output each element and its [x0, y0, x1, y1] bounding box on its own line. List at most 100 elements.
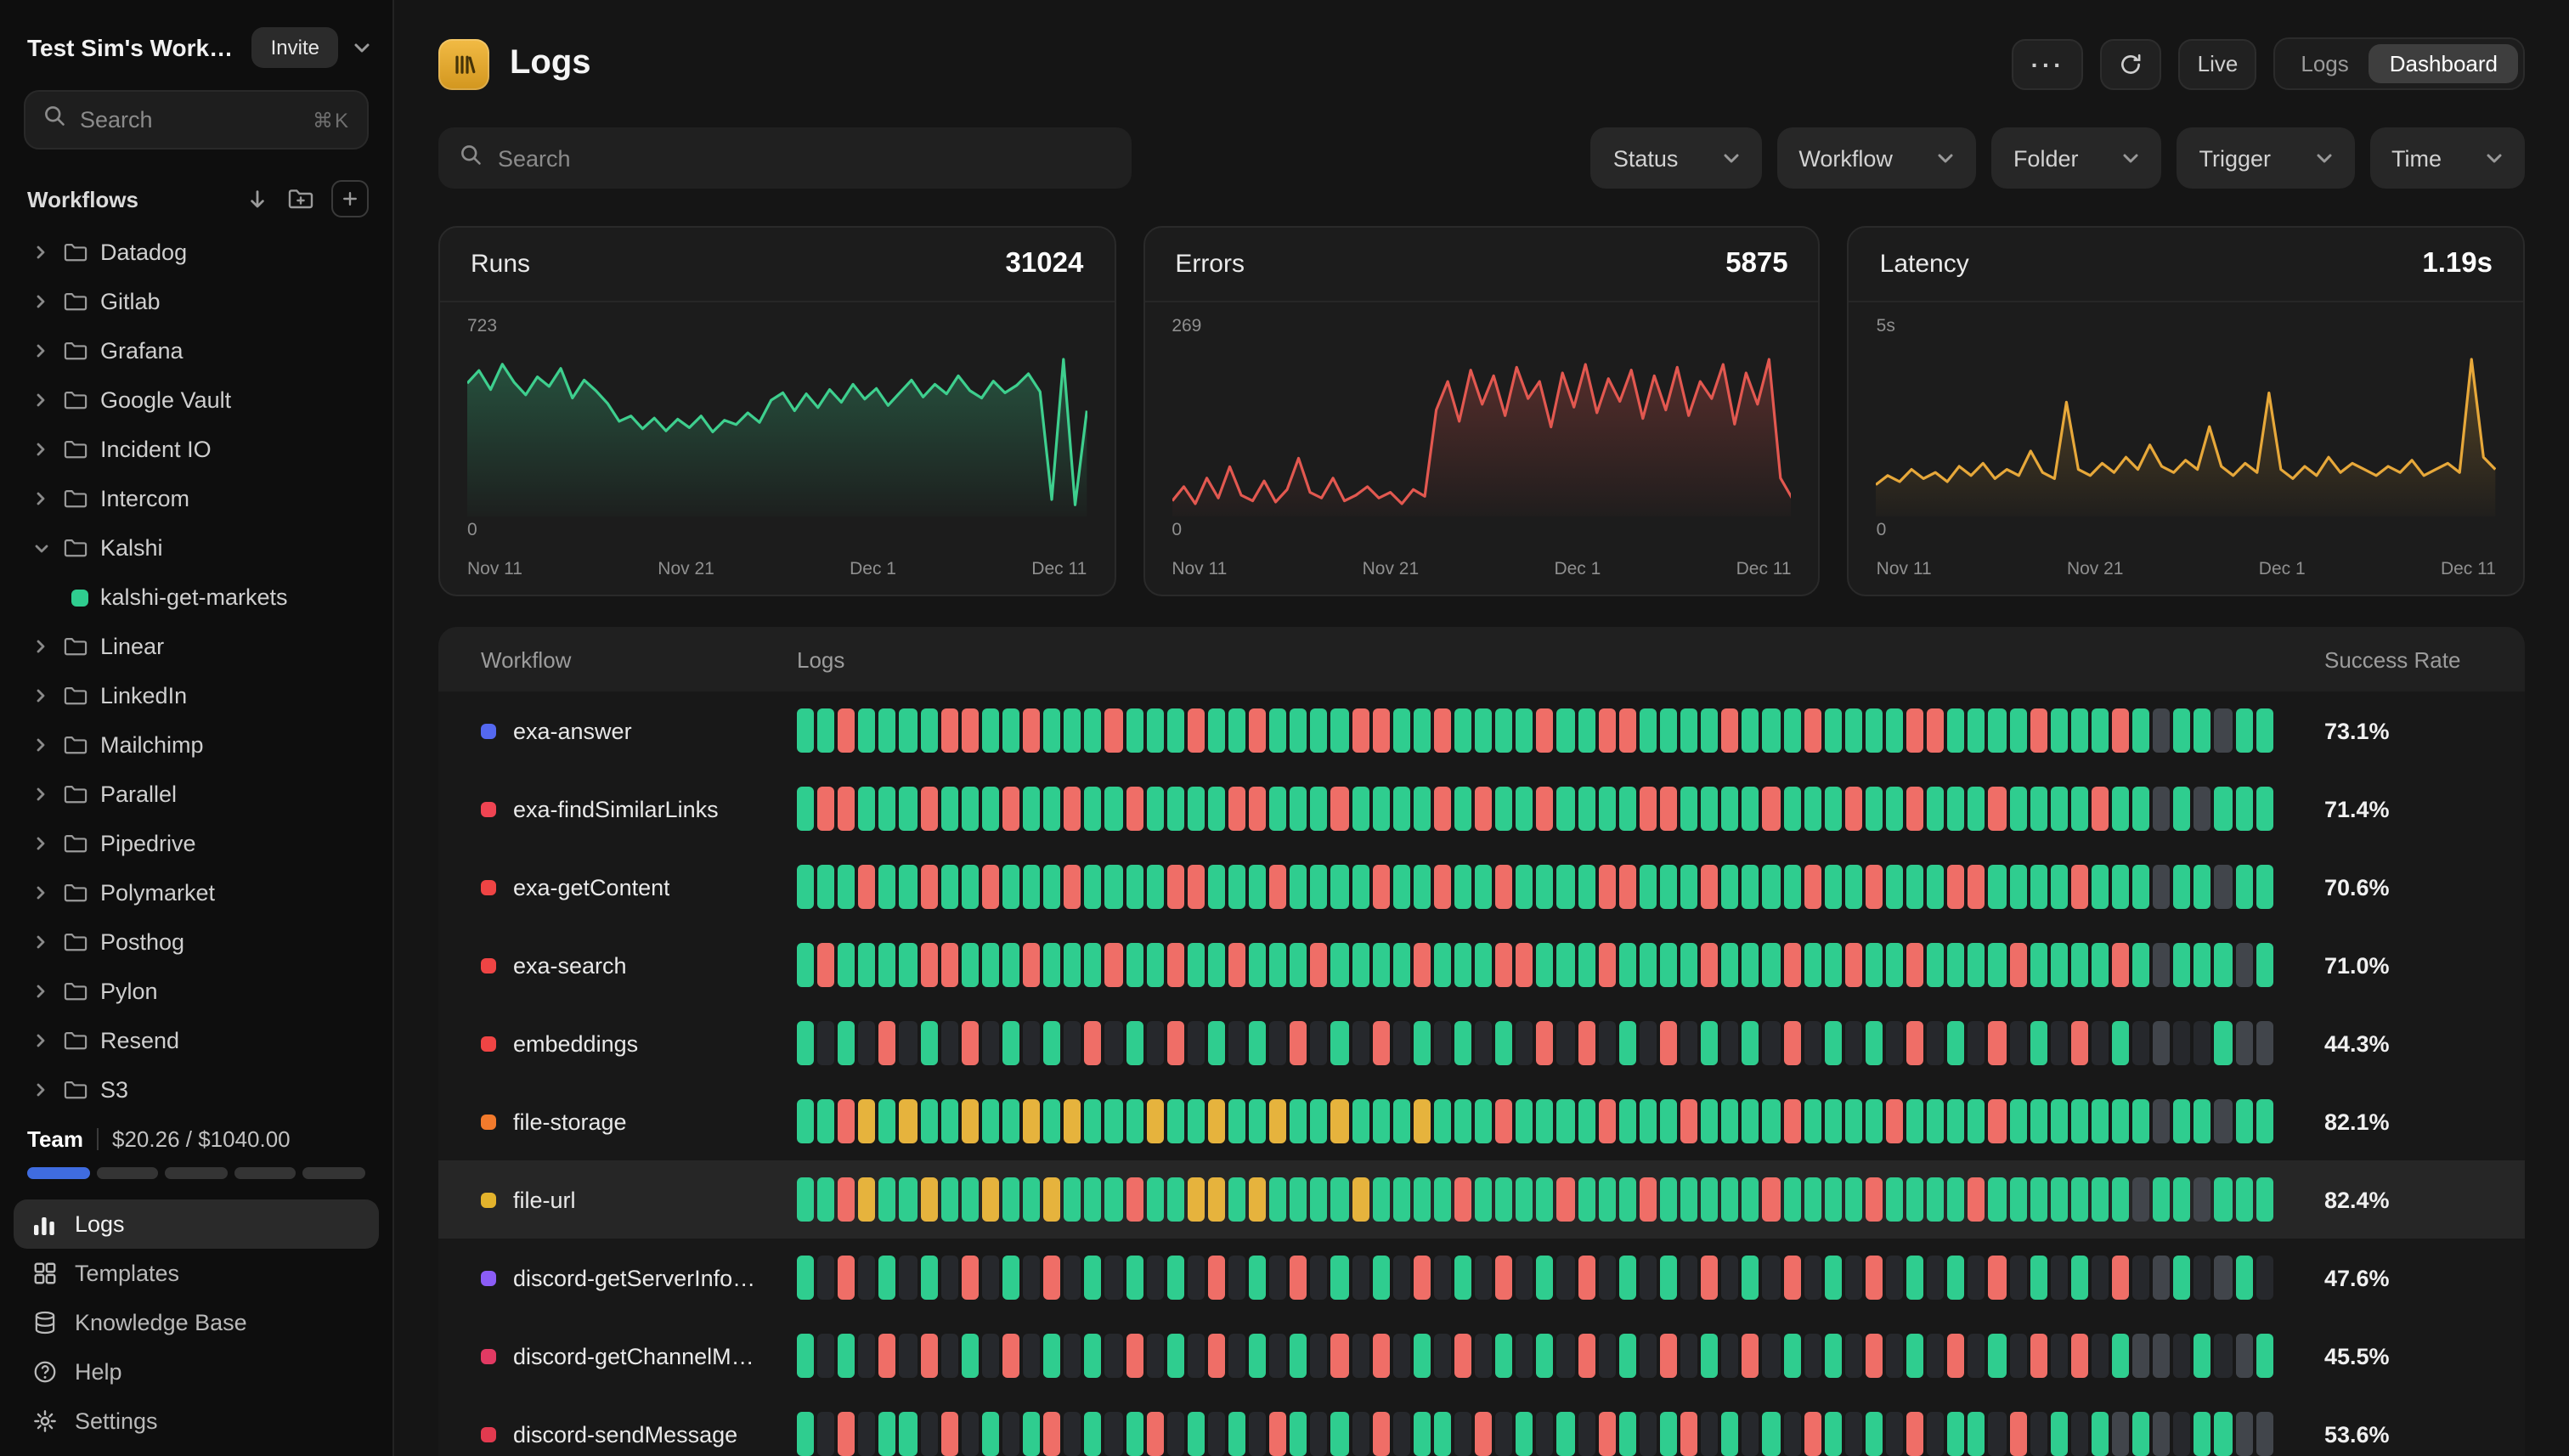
log-bar[interactable] [1146, 1256, 1163, 1300]
log-bar[interactable] [1680, 1099, 1697, 1143]
sidebar-item-knowledge-base[interactable]: Knowledge Base [14, 1298, 379, 1347]
log-bar[interactable] [1311, 787, 1328, 831]
log-bar[interactable] [1372, 708, 1389, 753]
log-bar[interactable] [2256, 1099, 2273, 1143]
log-bar[interactable] [1763, 865, 1780, 909]
log-bar[interactable] [1804, 1099, 1821, 1143]
log-bar[interactable] [2235, 1177, 2252, 1222]
log-bar[interactable] [817, 865, 834, 909]
log-bar[interactable] [1804, 787, 1821, 831]
log-bar[interactable] [940, 708, 957, 753]
log-bar[interactable] [1948, 1021, 1965, 1065]
log-bar[interactable] [1742, 1412, 1759, 1456]
log-bar[interactable] [1598, 1021, 1615, 1065]
filter-folder[interactable]: Folder [1991, 127, 2162, 189]
log-bar[interactable] [1311, 1412, 1328, 1456]
log-bar[interactable] [1249, 787, 1266, 831]
log-bar[interactable] [1742, 1334, 1759, 1378]
log-bar[interactable] [1002, 1099, 1019, 1143]
log-bar[interactable] [1557, 943, 1574, 987]
log-bar[interactable] [1495, 1334, 1512, 1378]
log-bar[interactable] [1619, 708, 1636, 753]
log-bar[interactable] [1352, 865, 1369, 909]
log-bar[interactable] [1598, 787, 1615, 831]
log-bar[interactable] [1516, 1099, 1533, 1143]
log-bar[interactable] [1537, 1177, 1554, 1222]
log-bar[interactable] [1845, 1334, 1862, 1378]
log-bar[interactable] [1208, 708, 1225, 753]
log-bar[interactable] [1721, 1099, 1738, 1143]
log-bar[interactable] [1927, 1177, 1944, 1222]
log-bar[interactable] [1537, 865, 1554, 909]
log-bar[interactable] [1331, 865, 1348, 909]
log-bar[interactable] [1680, 787, 1697, 831]
log-bar[interactable] [838, 1177, 855, 1222]
filter-workflow[interactable]: Workflow [1776, 127, 1976, 189]
log-bar[interactable] [1228, 1021, 1245, 1065]
log-bar[interactable] [1002, 1021, 1019, 1065]
log-bar[interactable] [2235, 865, 2252, 909]
log-bar[interactable] [879, 1256, 896, 1300]
log-bar[interactable] [1701, 865, 1718, 909]
log-bar[interactable] [1434, 1334, 1451, 1378]
more-button[interactable]: ··· [2013, 38, 2084, 89]
log-bar[interactable] [1228, 708, 1245, 753]
log-bar[interactable] [1783, 1412, 1800, 1456]
log-bar[interactable] [1680, 1177, 1697, 1222]
log-bar[interactable] [1208, 1412, 1225, 1456]
log-bar[interactable] [920, 1334, 937, 1378]
log-bar[interactable] [1414, 1412, 1431, 1456]
log-bar[interactable] [1352, 1099, 1369, 1143]
log-bar[interactable] [1660, 1334, 1677, 1378]
log-bar[interactable] [1619, 787, 1636, 831]
log-bar[interactable] [1516, 1177, 1533, 1222]
log-bar[interactable] [2050, 1021, 2067, 1065]
sidebar-folder-pylon[interactable]: Pylon [14, 967, 379, 1016]
log-bar[interactable] [1002, 1256, 1019, 1300]
log-bar[interactable] [1619, 1021, 1636, 1065]
log-bar[interactable] [1023, 708, 1040, 753]
log-bar[interactable] [1866, 1412, 1883, 1456]
log-bar[interactable] [879, 787, 896, 831]
log-bar[interactable] [1352, 1334, 1369, 1378]
log-bar[interactable] [1188, 1334, 1205, 1378]
log-bar[interactable] [1640, 708, 1657, 753]
log-bar[interactable] [1495, 865, 1512, 909]
log-bar[interactable] [1146, 1177, 1163, 1222]
log-bar[interactable] [1989, 1177, 2006, 1222]
log-bar[interactable] [1742, 787, 1759, 831]
log-bar[interactable] [879, 708, 896, 753]
log-bar[interactable] [817, 1099, 834, 1143]
log-bar[interactable] [1660, 865, 1677, 909]
log-bar[interactable] [1085, 708, 1102, 753]
log-bar[interactable] [2256, 1256, 2273, 1300]
log-bar[interactable] [1064, 1412, 1081, 1456]
log-bar[interactable] [1434, 1412, 1451, 1456]
log-bar[interactable] [1269, 1099, 1286, 1143]
log-bar[interactable] [2092, 1412, 2109, 1456]
log-bar[interactable] [1146, 787, 1163, 831]
invite-button[interactable]: Invite [252, 27, 338, 68]
log-bar[interactable] [1701, 1256, 1718, 1300]
log-bar[interactable] [1085, 787, 1102, 831]
log-bar[interactable] [2215, 943, 2232, 987]
log-bar[interactable] [1804, 865, 1821, 909]
log-bar[interactable] [1866, 1177, 1883, 1222]
log-bar[interactable] [838, 708, 855, 753]
log-bar[interactable] [1023, 1334, 1040, 1378]
log-bar[interactable] [2235, 787, 2252, 831]
log-bar[interactable] [1414, 1256, 1431, 1300]
log-bar[interactable] [2235, 943, 2252, 987]
log-bar[interactable] [1414, 865, 1431, 909]
log-bar[interactable] [1311, 1099, 1328, 1143]
log-bar[interactable] [1948, 708, 1965, 753]
log-bar[interactable] [1660, 787, 1677, 831]
log-bar[interactable] [1721, 865, 1738, 909]
log-bar[interactable] [2092, 1256, 2109, 1300]
log-bar[interactable] [2194, 1412, 2211, 1456]
sidebar-folder-google-vault[interactable]: Google Vault [14, 375, 379, 425]
log-bar[interactable] [1824, 1256, 1841, 1300]
log-bar[interactable] [1804, 1177, 1821, 1222]
log-bar[interactable] [1824, 1099, 1841, 1143]
log-bar[interactable] [1742, 1256, 1759, 1300]
